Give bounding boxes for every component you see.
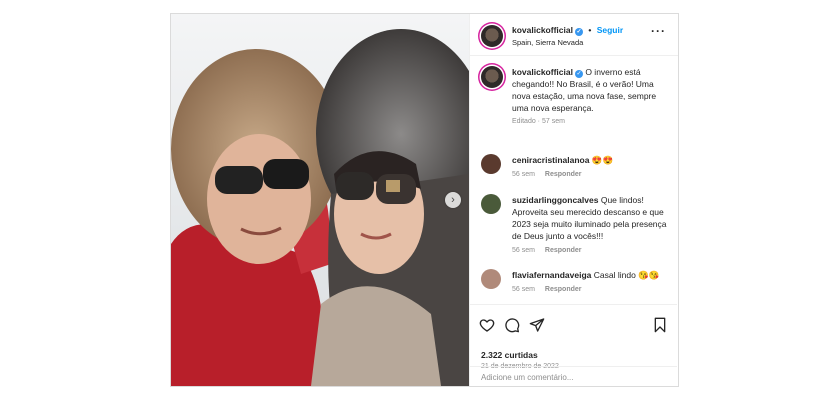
post-photo[interactable]: › (171, 14, 469, 386)
likes-count[interactable]: 2.322 curtidas (481, 350, 538, 360)
reply-button[interactable]: Responder (545, 171, 582, 178)
comment-text-block: ceniracristinalanoa 😍😍 (512, 154, 671, 166)
add-comment-placeholder[interactable]: Adicione um comentário... (481, 373, 574, 382)
comment-text-block: flaviafernandaveiga Casal lindo 😘😘 (512, 269, 671, 281)
comment-text: Casal lindo 😘😘 (593, 270, 660, 280)
header-username-line: kovalickofficial ✓ • Seguir (512, 25, 623, 36)
share-send-icon[interactable] (529, 317, 545, 333)
post-sidebar: kovalickofficial ✓ • Seguir Spain, Sierra… (469, 14, 678, 386)
comment-username[interactable]: suzidarlinggoncalves (512, 195, 598, 205)
comment-item: ceniracristinalanoa 😍😍 56 sem Responder (481, 154, 671, 178)
caption-avatar[interactable] (481, 66, 503, 88)
comment-text-block: suzidarlinggoncalves Que lindos! Aprovei… (512, 194, 671, 242)
comment-text: 😍😍 (591, 155, 614, 165)
comment-username[interactable]: flaviafernandaveiga (512, 270, 591, 280)
add-comment-bar[interactable]: Adicione um comentário... (470, 366, 677, 387)
location-link[interactable]: Spain, Sierra Nevada (512, 38, 583, 47)
commenter-avatar[interactable] (481, 154, 501, 174)
comment-age: 56 sem (512, 171, 535, 178)
comments-section[interactable]: kovalickofficial ✓ O inverno está chegand… (470, 56, 677, 300)
comment-item: flaviafernandaveiga Casal lindo 😘😘 56 se… (481, 269, 671, 293)
more-horizontal-icon[interactable]: ··· (651, 24, 666, 38)
post-header: kovalickofficial ✓ • Seguir Spain, Sierra… (470, 14, 678, 56)
comment-meta: 56 sem Responder (512, 247, 671, 254)
caption-username[interactable]: kovalickofficial (512, 67, 573, 77)
comment-meta: 56 sem Responder (512, 171, 671, 178)
photo-illustration (171, 14, 469, 386)
comment-age: 56 sem (512, 286, 535, 293)
comment-bubble-icon[interactable] (504, 317, 520, 333)
save-bookmark-icon[interactable] (653, 317, 667, 333)
comment-username[interactable]: ceniracristinalanoa (512, 155, 589, 165)
reply-button[interactable]: Responder (545, 286, 582, 293)
next-image-button[interactable]: › (445, 192, 461, 208)
commenter-avatar[interactable] (481, 269, 501, 289)
reply-button[interactable]: Responder (545, 247, 582, 254)
author-avatar[interactable] (481, 25, 503, 47)
caption-edited: Editado · 57 sem (512, 118, 565, 125)
comment-item: suzidarlinggoncalves Que lindos! Aprovei… (481, 194, 671, 254)
follow-button[interactable]: Seguir (597, 25, 623, 35)
comment-meta: 56 sem Responder (512, 286, 671, 293)
commenter-avatar[interactable] (481, 194, 501, 214)
comment-age: 56 sem (512, 247, 535, 254)
instagram-post: › kovalickofficial ✓ • Seguir Spain, Sier… (170, 13, 679, 387)
author-username[interactable]: kovalickofficial (512, 25, 573, 35)
like-heart-icon[interactable] (479, 317, 495, 333)
verified-badge-icon: ✓ (574, 28, 583, 36)
separator-dot: • (588, 25, 592, 35)
caption: kovalickofficial ✓ O inverno está chegand… (481, 66, 671, 125)
verified-badge-icon: ✓ (574, 70, 583, 78)
caption-text-block: kovalickofficial ✓ O inverno está chegand… (512, 66, 671, 114)
